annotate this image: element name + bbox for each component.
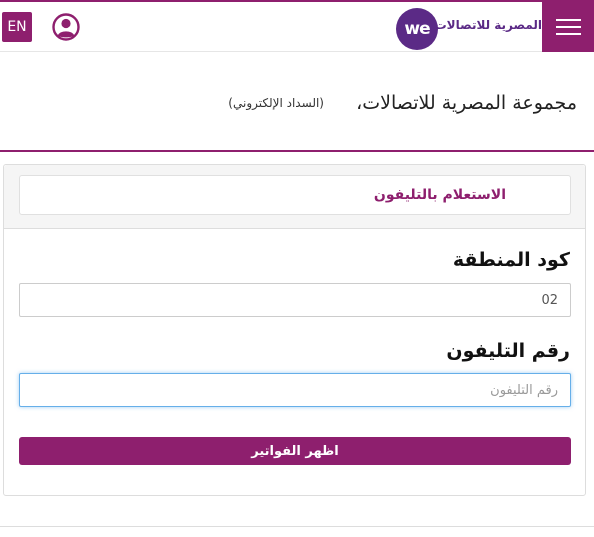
- tab-phone-inquiry[interactable]: الاستعلام بالتليفون: [19, 175, 571, 215]
- title-divider: [0, 150, 594, 152]
- tab-label: الاستعلام بالتليفون: [373, 187, 506, 203]
- phone-number-input[interactable]: [19, 373, 571, 407]
- hamburger-menu-icon[interactable]: [542, 2, 594, 52]
- area-code-label: كود المنطقة: [452, 249, 570, 271]
- language-toggle-button[interactable]: EN: [2, 12, 32, 42]
- page-title-row: مجموعة المصرية للاتصالات، (السداد الإلكت…: [0, 53, 594, 151]
- we-logo[interactable]: we: [396, 8, 438, 50]
- page-title: مجموعة المصرية للاتصالات،: [356, 92, 577, 114]
- card-header: الاستعلام بالتليفون: [4, 165, 585, 229]
- page-subtitle: (السداد الإلكتروني): [228, 96, 324, 110]
- brand-name-text: المصرية للاتصالات: [434, 18, 542, 32]
- show-bills-button[interactable]: اظهر الفواتير: [19, 437, 571, 465]
- user-circle-icon[interactable]: [51, 12, 81, 42]
- inquiry-card: الاستعلام بالتليفون كود المنطقة رقم التل…: [3, 164, 586, 496]
- phone-number-label: رقم التليفون: [446, 340, 570, 362]
- footer-divider: [0, 526, 594, 527]
- area-code-input[interactable]: [19, 283, 571, 317]
- top-header: EN we المصرية للاتصالات: [0, 2, 594, 52]
